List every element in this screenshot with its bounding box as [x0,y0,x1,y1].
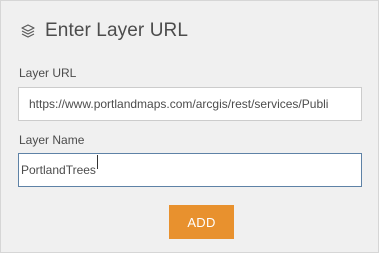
layer-name-value: PortlandTrees [21,163,96,177]
add-layer-panel: Enter Layer URL Layer URL https://www.po… [0,0,379,253]
layer-url-input[interactable]: https://www.portlandmaps.com/arcgis/rest… [18,87,362,121]
layer-url-label: Layer URL [19,66,77,80]
text-caret [96,154,98,169]
layers-icon [19,22,37,40]
panel-title: Enter Layer URL [45,20,189,41]
layer-url-value: https://www.portlandmaps.com/arcgis/rest… [29,97,329,111]
panel-header: Enter Layer URL [19,19,188,43]
layer-name-label: Layer Name [19,133,85,147]
layer-name-input[interactable]: PortlandTrees [18,153,362,187]
add-button[interactable]: ADD [169,205,234,239]
